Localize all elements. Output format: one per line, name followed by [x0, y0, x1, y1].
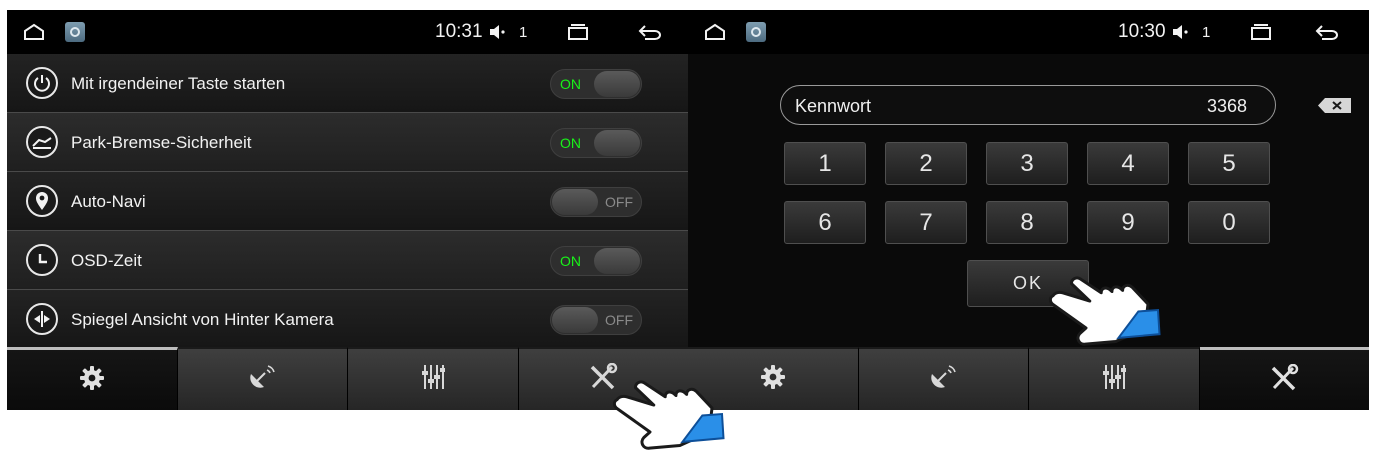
setting-row-auto-navi[interactable]: Auto-Navi OFF — [7, 172, 688, 231]
toggle-knob — [552, 189, 598, 215]
power-icon — [26, 67, 58, 99]
password-label: Kennwort — [795, 96, 872, 116]
toggle-state: ON — [560, 135, 581, 151]
setting-row-osd-time[interactable]: OSD-Zeit ON — [7, 231, 688, 290]
toggle-state: ON — [560, 253, 581, 269]
setting-label: Mit irgendeiner Taste starten — [71, 74, 286, 93]
toggle-switch[interactable]: OFF — [550, 305, 642, 335]
status-bar: 10:30 1 — [688, 10, 1369, 54]
tab-gps[interactable] — [177, 347, 348, 410]
tab-general-settings[interactable] — [7, 347, 178, 410]
toggle-state: ON — [560, 76, 581, 92]
password-value: 3368 — [1207, 96, 1248, 116]
volume-count: 1 — [1202, 23, 1211, 41]
key-5[interactable]: 5 — [1188, 142, 1270, 185]
setting-label: Auto-Navi — [71, 192, 146, 211]
clock-icon — [26, 244, 58, 276]
tab-audio[interactable] — [348, 347, 519, 410]
toggle-knob — [594, 71, 640, 97]
toggle-switch[interactable]: OFF — [550, 187, 642, 217]
back-icon[interactable] — [1314, 10, 1342, 54]
key-6[interactable]: 6 — [784, 201, 866, 244]
key-2[interactable]: 2 — [885, 142, 967, 185]
setting-label: Spiegel Ansicht von Hinter Kamera — [71, 310, 334, 329]
setting-row-mirror-camera[interactable]: Spiegel Ansicht von Hinter Kamera OFF — [7, 290, 688, 349]
gear-icon — [79, 365, 105, 396]
toggle-switch[interactable]: ON — [550, 69, 642, 99]
key-9[interactable]: 9 — [1087, 201, 1169, 244]
key-0[interactable]: 0 — [1188, 201, 1270, 244]
bottom-tab-bar — [688, 347, 1369, 410]
tools-icon — [1269, 363, 1299, 397]
gear-icon — [760, 364, 786, 395]
pointing-hand-icon — [612, 380, 725, 450]
tab-tools[interactable] — [1199, 347, 1369, 410]
setting-row-park-brake[interactable]: Park-Bremse-Sicherheit ON — [7, 113, 688, 172]
key-4[interactable]: 4 — [1087, 142, 1169, 185]
toggle-switch[interactable]: ON — [550, 128, 642, 158]
settings-screen: 10:31 1 Mit irgendeiner Taste starten ON — [7, 10, 688, 410]
toggle-knob — [594, 248, 640, 274]
parking-brake-icon — [26, 126, 58, 158]
setting-label: Park-Bremse-Sicherheit — [71, 133, 252, 152]
volume-count: 1 — [519, 23, 528, 41]
bottom-tab-bar — [7, 347, 688, 410]
status-bar: 10:31 1 — [7, 10, 688, 54]
toggle-state: OFF — [605, 194, 633, 210]
key-1[interactable]: 1 — [784, 142, 866, 185]
home-icon[interactable] — [23, 10, 45, 54]
location-pin-icon — [26, 185, 58, 217]
speaker-icon — [489, 10, 511, 54]
tab-gps[interactable] — [858, 347, 1029, 410]
setting-label: OSD-Zeit — [71, 251, 142, 270]
toggle-knob — [594, 130, 640, 156]
password-field[interactable]: Kennwort 3368 — [780, 85, 1351, 125]
speaker-icon — [1172, 10, 1194, 54]
status-time: 10:30 — [1118, 21, 1166, 42]
key-7[interactable]: 7 — [885, 201, 967, 244]
satellite-icon — [929, 364, 957, 395]
key-8[interactable]: 8 — [986, 201, 1068, 244]
equalizer-icon — [421, 363, 445, 396]
settings-list: Mit irgendeiner Taste starten ON Park-Br… — [7, 54, 688, 349]
mirror-icon — [26, 303, 58, 335]
satellite-icon — [248, 364, 276, 395]
home-icon[interactable] — [704, 10, 726, 54]
status-time: 10:31 — [435, 21, 483, 42]
password-screen: 10:30 1 Kennwort 3368 1 2 3 4 5 6 7 8 9 … — [688, 10, 1369, 410]
setting-row-start-any-key[interactable]: Mit irgendeiner Taste starten ON — [7, 54, 688, 113]
settings-app-icon[interactable] — [746, 10, 766, 54]
recents-icon[interactable] — [567, 10, 589, 54]
backspace-icon[interactable] — [1317, 96, 1353, 115]
recents-icon[interactable] — [1250, 10, 1272, 54]
settings-app-icon[interactable] — [65, 10, 85, 54]
toggle-knob — [552, 307, 598, 333]
toggle-switch[interactable]: ON — [550, 246, 642, 276]
toggle-state: OFF — [605, 312, 633, 328]
key-3[interactable]: 3 — [986, 142, 1068, 185]
back-icon[interactable] — [637, 10, 665, 54]
pointing-hand-icon — [1048, 276, 1161, 346]
